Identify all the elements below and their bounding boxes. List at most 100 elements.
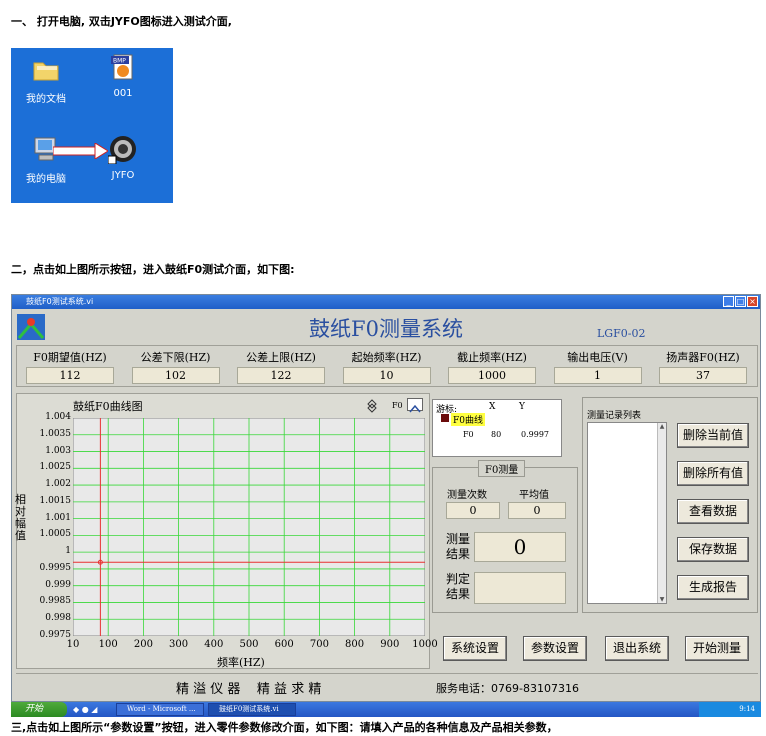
app-window: 鼓纸F0测试系统.vi _ □ × 鼓纸F0测量系统 LGF0-02 F0期望值…	[11, 294, 761, 702]
param-input[interactable]: 1	[553, 367, 642, 384]
window-title: 鼓纸F0测试系统.vi	[26, 297, 94, 306]
param-input[interactable]: 10	[342, 367, 431, 384]
f0-legend-label: F0	[392, 401, 403, 410]
my-computer-shortcut[interactable]: 我的电脑	[16, 134, 76, 185]
zoom-tool-icon[interactable]	[363, 399, 381, 413]
model-label: LGF0-02	[597, 327, 646, 340]
avg-label: 平均值	[519, 490, 549, 501]
x-tick-label: 700	[309, 639, 329, 650]
x-tick-label: 300	[169, 639, 189, 650]
measure-title: F0测量	[478, 460, 526, 477]
record-scrollbar[interactable]: ▲ ▼	[657, 423, 666, 603]
param-input[interactable]: 102	[131, 367, 220, 384]
y-tick-label: 1.0025	[39, 462, 72, 473]
x-tick-label: 800	[345, 639, 365, 650]
scroll-up-icon[interactable]: ▲	[658, 423, 666, 430]
param-label: 输出电压(V)	[567, 351, 628, 364]
param-label: 公差下限(HZ)	[140, 351, 211, 364]
bottom-button[interactable]: 参数设置	[523, 636, 587, 661]
side-button[interactable]: 删除所有值	[677, 461, 749, 486]
folder-icon	[33, 62, 59, 81]
param-input[interactable]: 1000	[448, 367, 536, 384]
record-list[interactable]: ▲ ▼	[587, 422, 667, 604]
x-tick-label: 100	[98, 639, 118, 650]
x-tick-label: 500	[239, 639, 259, 650]
side-button[interactable]: 生成报告	[677, 575, 749, 600]
result-value: 0	[474, 532, 566, 562]
y-tick-label: 0.9985	[39, 596, 72, 607]
x-tick-label: 1000	[412, 639, 438, 650]
cursor-x-label: X	[489, 402, 496, 412]
x-tick-label: 400	[204, 639, 224, 650]
taskbar-item-word[interactable]: Word - Microsoft ...	[116, 703, 204, 716]
speaker-icon	[107, 136, 136, 165]
y-tick-label: 1.003	[45, 445, 71, 456]
count-value: 0	[446, 502, 500, 519]
param-label: 起始频率(HZ)	[351, 351, 422, 364]
avg-value: 0	[508, 502, 566, 519]
y-tick-label: 0.9995	[39, 562, 72, 573]
my-documents-shortcut[interactable]: 我的文档	[16, 54, 76, 105]
side-button[interactable]: 查看数据	[677, 499, 749, 524]
curve-color-swatch	[441, 414, 449, 422]
bmp-file-shortcut[interactable]: BMP 001	[93, 52, 153, 99]
y-tick-label: 1.0005	[39, 529, 72, 540]
param-input[interactable]: 122	[237, 367, 325, 384]
param-label: F0期望值(HZ)	[33, 351, 107, 364]
service-phone: 服务电话：0769-83107316	[436, 682, 579, 695]
x-tick-label: 10	[66, 639, 80, 650]
start-button[interactable]: 开始	[11, 702, 67, 717]
chart-title: 鼓纸F0曲线图	[73, 400, 143, 413]
taskbar-item-f0[interactable]: 鼓纸F0测试系统.vi	[208, 703, 296, 716]
close-button[interactable]: ×	[747, 296, 758, 307]
cursor-y-label: Y	[519, 402, 525, 412]
chart-panel: 鼓纸F0曲线图 F0 相对幅值 频率(HZ) 1.004 1.0035 1.003 1…	[15, 393, 438, 669]
bottom-button[interactable]: 退出系统	[605, 636, 669, 661]
param-input[interactable]: 112	[26, 367, 114, 384]
shortcut-label: JYFO	[111, 170, 135, 181]
window-titlebar: 鼓纸F0测试系统.vi _ □ ×	[12, 295, 760, 309]
quick-launch-icons[interactable]: ◆ ● ◢	[73, 705, 97, 714]
side-button[interactable]: 删除当前值	[677, 423, 749, 448]
x-tick-label: 900	[380, 639, 400, 650]
cursor-y-value: 0.9997	[521, 430, 549, 439]
footer-bar: 精 溢 仪 器 精 益 求 精 服务电话：0769-83107316	[16, 673, 758, 697]
bottom-button[interactable]: 系统设置	[443, 636, 507, 661]
y-tick-label: 0.998	[45, 613, 71, 624]
params-panel: F0期望值(HZ) 112 公差下限(HZ) 102 公差上限(HZ) 122 起始频率(H…	[16, 345, 758, 387]
clock: 9:14	[739, 705, 755, 713]
param-label: 公差上限(HZ)	[246, 351, 316, 364]
result-label: 测量 结果	[446, 532, 471, 561]
x-tick-label: 200	[133, 639, 153, 650]
system-tray: 9:14	[699, 702, 761, 717]
count-label: 测量次数	[447, 490, 487, 501]
maximize-button[interactable]: □	[735, 296, 746, 307]
minimize-button[interactable]: _	[723, 296, 734, 307]
step-2-text: 二，点击如上图所示按钮，进入鼓纸F0测试介面，如下图:	[11, 263, 295, 276]
bmp-file-icon: BMP	[111, 54, 133, 80]
record-list-label: 测量记录列表	[587, 411, 642, 421]
shortcut-label: 我的电脑	[26, 174, 66, 185]
judge-label: 判定 结果	[446, 572, 471, 601]
step-3-text: 三,点击如上图所示“参数设置”按钮，进入零件参数修改介面，如下图：请填入产品的各…	[11, 721, 558, 734]
curve-name[interactable]: F0曲线	[451, 413, 485, 426]
side-button[interactable]: 保存数据	[677, 537, 749, 562]
step-1-text: 一、 打开电脑, 双击JYFO图标进入测试介面,	[11, 15, 232, 28]
scroll-down-icon[interactable]: ▼	[658, 596, 666, 603]
y-tick-label: 1.001	[45, 512, 71, 523]
jyfo-shortcut[interactable]: JYFO	[93, 134, 153, 181]
plot-area[interactable]	[73, 418, 425, 636]
param-input[interactable]: 37	[659, 367, 747, 384]
y-tick-label: 1.0035	[39, 428, 72, 439]
x-axis-label: 频率(HZ)	[217, 656, 265, 669]
bottom-button[interactable]: 开始测量	[685, 636, 749, 661]
y-axis-label: 相对幅值	[15, 493, 26, 542]
y-tick-label: 1.004	[45, 412, 71, 422]
param-label: 截止频率(HZ)	[457, 351, 527, 364]
shortcut-label: 我的文档	[26, 94, 66, 105]
cursor-x-value: 80	[491, 430, 502, 439]
legend-plot-icon[interactable]	[407, 398, 423, 413]
y-tick-label: 1.002	[45, 479, 71, 490]
footer-slogan: 精 溢 仪 器 精 益 求 精	[176, 682, 322, 697]
y-tick-label: 1	[65, 546, 71, 557]
